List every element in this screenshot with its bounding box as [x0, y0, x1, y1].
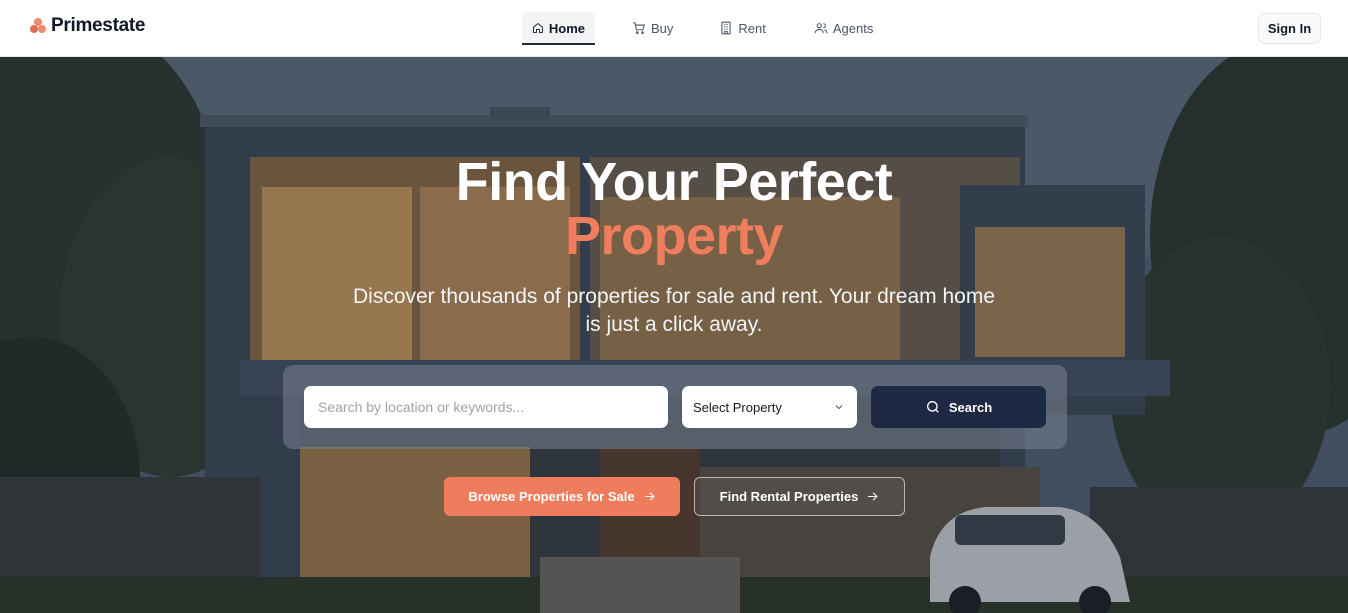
brand-logo[interactable]: Primestate [30, 15, 145, 37]
users-icon [814, 23, 828, 34]
nav-item-label: Rent [738, 20, 766, 36]
nav-item-buy[interactable]: Buy [622, 12, 683, 44]
arrow-right-icon [868, 492, 878, 501]
nav-item-rent[interactable]: Rent [709, 12, 775, 44]
nav-item-home[interactable]: Home [522, 12, 595, 45]
home-icon [533, 22, 543, 33]
top-navbar: Primestate Home Buy Rent Agents Sign In [0, 0, 1348, 57]
nav-item-label: Home [548, 20, 585, 36]
hero-title-highlight: Property [564, 206, 784, 266]
search-input[interactable] [304, 386, 668, 428]
sign-in-button[interactable]: Sign In [1258, 13, 1321, 44]
find-rental-button[interactable]: Find Rental Properties [694, 477, 905, 516]
logo-mark-icon [30, 18, 47, 34]
property-type-select[interactable]: Select Property [682, 386, 857, 428]
brand-name: Primestate [51, 15, 146, 36]
nav-item-label: Agents [832, 20, 874, 36]
cart-icon [633, 22, 645, 35]
browse-sale-button[interactable]: Browse Properties for Sale [444, 477, 680, 516]
nav-item-agents[interactable]: Agents [804, 12, 883, 44]
cta-sale-label: Browse Properties for Sale [468, 489, 635, 504]
search-icon [926, 401, 939, 413]
main-nav: Home Buy Rent Agents [522, 12, 883, 45]
nav-item-label: Buy [651, 20, 674, 36]
search-panel: Select Property Search [283, 365, 1067, 449]
hero-title-line1: Find Your Perfect [455, 152, 893, 212]
cta-rent-label: Find Rental Properties [719, 489, 859, 504]
hero-subtitle: Discover thousands of properties for sal… [352, 285, 996, 336]
chevron-down-icon [835, 405, 843, 410]
search-button[interactable]: Search [871, 386, 1046, 428]
building-icon [721, 21, 732, 35]
arrow-right-icon [644, 492, 655, 501]
hero-section: Find Your Perfect Property Discover thou… [0, 57, 1348, 613]
search-button-label: Search [948, 399, 993, 415]
select-value: Select Property [693, 399, 782, 415]
